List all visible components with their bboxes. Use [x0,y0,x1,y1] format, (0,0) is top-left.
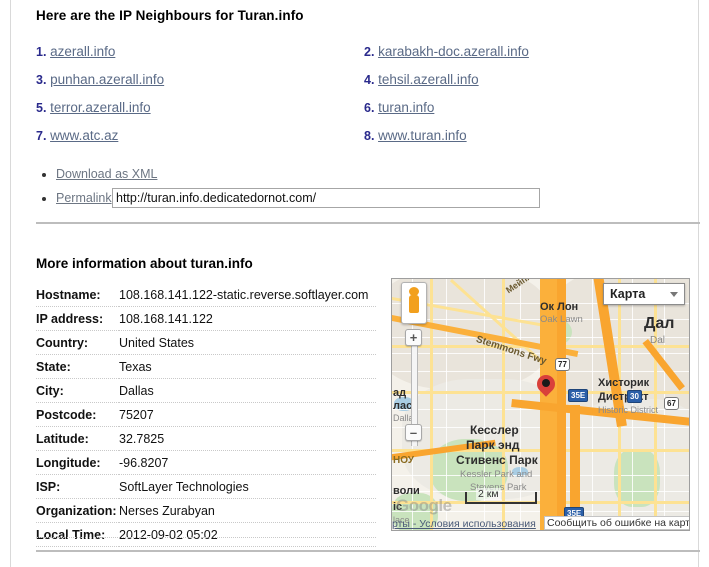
row-value: -96.8207 [119,450,376,475]
row-value: 75207 [119,402,376,427]
section-divider-bottom [36,550,700,552]
chevron-down-icon [670,291,678,297]
row-value: 32.7825 [119,426,376,451]
table-row: Country: United States [36,330,376,355]
neighbour-link[interactable]: www.atc.az [50,128,118,143]
row-value: SoftLayer Technologies [119,474,376,499]
row-label: City: [36,378,119,403]
row-label: State: [36,354,119,379]
download-xml-body: Download as XML [56,167,157,181]
map-terms-link[interactable]: рты - Условия использования [392,518,536,530]
table-row: IP address: 108.168.141.122 [36,306,376,331]
list-item[interactable]: 5. terror.azerall.info [36,100,151,116]
neighbour-link[interactable]: www.turan.info [378,128,467,143]
row-value: Texas [119,354,376,379]
row-value: 108.168.141.122-static.reverse.softlayer… [119,283,376,307]
row-label: Latitude: [36,426,119,451]
section-divider-top [36,222,700,224]
map-report-error-button[interactable]: Сообщить об ошибке на карте [544,516,689,530]
pegman-body [409,295,419,313]
row-label: Local Time: [36,522,119,547]
bullet-icon [42,197,46,201]
neighbour-link[interactable]: karabakh-doc.azerall.info [378,44,529,59]
table-row: City: Dallas [36,378,376,403]
map-canvas[interactable]: Мейпл-авеню Stemmons Fwy Ок Лон Oak Lawn… [392,279,689,530]
table-row: Longitude: -96.8207 [36,450,376,475]
row-label: Organization: [36,498,119,523]
page-content: Here are the IP Neighbours for Turan.inf… [0,0,709,567]
neighbour-link[interactable]: tehsil.azerall.info [378,72,479,87]
list-item[interactable]: 7. www.atc.az [36,128,118,144]
more-information-heading: More information about turan.info [36,256,253,271]
list-item-number: 1. [36,45,47,59]
host-info-table: Hostname: 108.168.141.122-static.reverse… [36,283,376,547]
list-item[interactable]: 6. turan.info [364,100,434,116]
highway-shield-icon: 77 [555,358,570,371]
row-value: 2012-09-02 05:02 [119,522,376,547]
table-bottom-divider [36,537,376,538]
neighbour-link[interactable]: turan.info [378,100,434,115]
map-scale-label: 2 км [476,488,501,500]
zoom-in-button[interactable]: + [405,329,422,346]
row-value: Nerses Zurabyan [119,498,376,523]
permalink-body: Permalink: [56,191,115,205]
row-label: IP address: [36,306,119,331]
table-row: Local Time: 2012-09-02 05:02 [36,522,376,547]
map-type-button[interactable]: Карта [603,283,685,305]
interstate-shield-icon: 30 [627,390,642,403]
ip-neighbours-heading: Here are the IP Neighbours for Turan.inf… [36,8,304,23]
row-label: Country: [36,330,119,355]
zoom-out-button[interactable]: – [405,424,422,441]
row-label: Longitude: [36,450,119,475]
table-row: Postcode: 75207 [36,402,376,427]
table-row: Organization: Nerses Zurabyan [36,498,376,523]
row-label: Hostname: [36,283,119,307]
row-label: Postcode: [36,402,119,427]
map-type-label: Карта [610,287,646,301]
marker-dot [542,379,550,387]
row-value: United States [119,330,376,355]
permalink-link[interactable]: Permalink [56,191,112,205]
neighbour-link[interactable]: punhan.azerall.info [50,72,164,87]
row-label: ISP: [36,474,119,499]
table-row: State: Texas [36,354,376,379]
permalink-input[interactable] [112,188,540,208]
table-row: Latitude: 32.7825 [36,426,376,451]
interstate-shield-icon: 35E [568,389,589,402]
map-footer: рты - Условия использования Сообщить об … [392,515,689,530]
google-watermark: Google [396,496,452,515]
row-value: 108.168.141.122 [119,306,376,331]
list-item-number: 6. [364,101,375,115]
download-xml-link[interactable]: Download as XML [56,167,157,181]
list-item-number: 4. [364,73,375,87]
list-item-number: 2. [364,45,375,59]
list-item[interactable]: 4. tehsil.azerall.info [364,72,479,88]
street-view-pegman-icon[interactable] [401,282,427,324]
list-item-number: 3. [36,73,47,87]
bullet-icon [42,173,46,177]
list-item[interactable]: 2. karabakh-doc.azerall.info [364,44,529,60]
table-row: ISP: SoftLayer Technologies [36,474,376,499]
list-item-number: 8. [364,129,375,143]
highway-shield-icon: 67 [664,397,679,410]
list-item-number: 7. [36,129,47,143]
table-row: Hostname: 108.168.141.122-static.reverse… [36,283,376,307]
list-item-number: 5. [36,101,47,115]
location-marker-icon[interactable] [533,371,559,402]
list-item[interactable]: 1. azerall.info [36,44,115,60]
neighbour-link[interactable]: azerall.info [50,44,115,59]
location-map[interactable]: Мейпл-авеню Stemmons Fwy Ок Лон Oak Lawn… [391,278,690,531]
list-item[interactable]: 8. www.turan.info [364,128,467,144]
list-item[interactable]: 3. punhan.azerall.info [36,72,164,88]
neighbour-link[interactable]: terror.azerall.info [50,100,151,115]
row-value: Dallas [119,378,376,403]
